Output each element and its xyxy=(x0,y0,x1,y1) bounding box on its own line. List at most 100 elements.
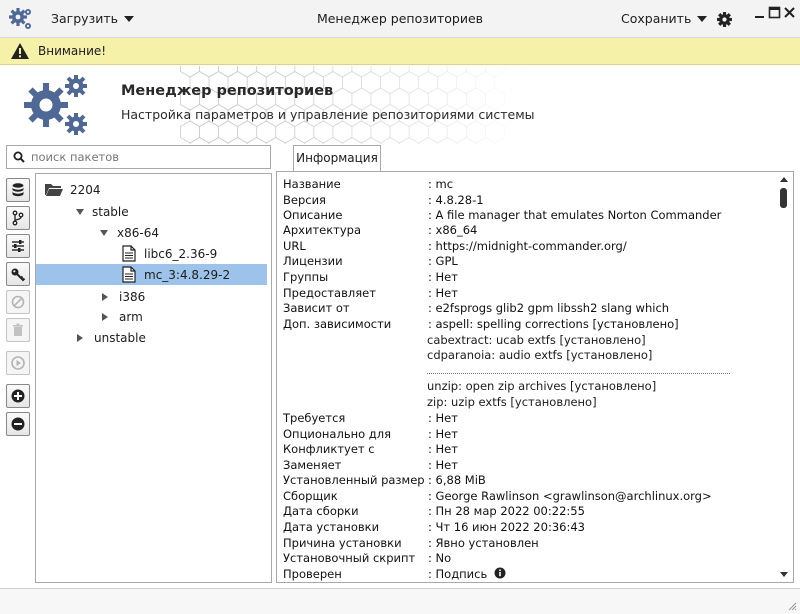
tree-item-2204[interactable]: 2204 xyxy=(44,179,101,200)
scrollbar-thumb[interactable] xyxy=(780,188,787,208)
hexagon-shape xyxy=(361,137,381,144)
info-value: : x86_64 xyxy=(428,223,478,237)
hexagon-shape xyxy=(275,120,296,144)
info-key: Установленный размер xyxy=(283,473,425,487)
chevron-down-icon xyxy=(124,16,134,22)
key-icon xyxy=(11,268,26,282)
hexagon-shape xyxy=(408,120,429,144)
hexagon-shape xyxy=(332,120,353,144)
info-key: Дата сборки xyxy=(283,504,359,518)
info-value: : https://midnight-commander.org/ xyxy=(428,239,627,253)
info-value: : 4.8.28-1 xyxy=(428,193,484,207)
hexagon-shape xyxy=(427,120,448,144)
hexagon-shape xyxy=(475,71,496,94)
hexagon-shape xyxy=(437,71,458,94)
sliders-icon xyxy=(12,240,24,252)
hexagon-shape xyxy=(494,137,515,144)
info-key: Дата установки xyxy=(283,520,380,534)
tree-item-libc6[interactable]: libc6_2.36-9 xyxy=(122,243,223,264)
status-bar xyxy=(0,588,800,614)
hexagon-shape xyxy=(361,71,381,94)
page-subtitle: Настройка параметров и управление репози… xyxy=(121,107,535,122)
hexagon-shape xyxy=(427,66,448,78)
expand-arrow-icon[interactable] xyxy=(102,292,108,301)
tree-item-x86-64[interactable]: x86-64 xyxy=(100,222,159,243)
info-key: Название xyxy=(283,177,341,191)
maximize-icon[interactable] xyxy=(768,6,781,19)
block-icon xyxy=(11,295,25,309)
database-button[interactable] xyxy=(6,178,30,202)
disable-button[interactable] xyxy=(6,290,30,314)
hexagon-shape xyxy=(399,71,420,94)
hexagon-shape xyxy=(446,120,467,144)
title-bar: Загрузить Менеджер репозиториев Сохранит… xyxy=(0,0,800,38)
expand-arrow-icon[interactable] xyxy=(100,229,108,236)
hexagon-shape xyxy=(370,120,391,144)
hexagon-shape xyxy=(456,137,477,144)
expand-arrow-icon[interactable] xyxy=(102,312,108,321)
branch-button[interactable] xyxy=(6,206,30,230)
info-value: : Нет xyxy=(428,286,458,300)
hexagon-shape xyxy=(256,66,277,78)
hexagon-shape xyxy=(504,121,523,143)
close-icon[interactable] xyxy=(783,6,796,19)
key-button[interactable] xyxy=(6,262,30,286)
scroll-up-icon[interactable] xyxy=(780,177,788,182)
hexagon-shape xyxy=(341,137,362,144)
hexagon-shape xyxy=(294,66,315,78)
minimize-icon[interactable] xyxy=(753,6,766,19)
save-menu[interactable]: Сохранить xyxy=(621,11,708,26)
remove-button[interactable] xyxy=(6,412,30,436)
info-value: : Нет xyxy=(428,442,458,456)
add-button[interactable] xyxy=(6,384,30,408)
search-icon xyxy=(13,151,25,163)
hexagon-shape xyxy=(351,120,372,144)
hexagon-shape xyxy=(218,120,239,144)
optdep-line: cabextract: ucab extfs [установлено] xyxy=(427,333,646,347)
sliders-button[interactable] xyxy=(6,234,30,258)
tree-item-i386[interactable]: i386 xyxy=(102,286,145,307)
hexagon-shape xyxy=(418,137,439,144)
optdep-line: unzip: open zip archives [установлено] xyxy=(427,379,657,393)
resize-grip-icon[interactable] xyxy=(787,601,797,611)
hexagon-shape xyxy=(437,137,458,144)
delete-button[interactable] xyxy=(6,318,30,342)
info-key: Описание xyxy=(283,208,343,222)
tree-item-arm[interactable]: arm xyxy=(102,306,143,327)
hexagon-shape xyxy=(418,71,439,94)
expand-arrow-icon[interactable] xyxy=(76,208,84,215)
repository-tree[interactable]: 2204 stable x86-64 libc6_2.36-9 mc_3:4.8… xyxy=(35,173,272,583)
settings-gear-icon[interactable] xyxy=(716,11,733,28)
hexagon-shape xyxy=(341,71,362,94)
tree-item-label: mc_3:4.8.29-2 xyxy=(144,267,231,282)
info-key: Версия xyxy=(283,193,326,207)
hexagon-shape xyxy=(199,66,220,78)
hexagon-shape xyxy=(237,120,258,144)
info-value: : George Rawlinson <grawlinson@archlinux… xyxy=(428,489,712,503)
load-menu[interactable]: Загрузить xyxy=(51,11,134,26)
hexagon-shape xyxy=(199,120,220,144)
info-value: : mc xyxy=(428,177,454,191)
info-icon[interactable] xyxy=(494,567,506,579)
file-icon xyxy=(122,266,136,283)
hexagon-shape xyxy=(380,137,401,144)
info-value: : GPL xyxy=(428,254,458,268)
tree-item-stable[interactable]: stable xyxy=(76,201,129,222)
hexagon-shape xyxy=(504,66,523,77)
package-search-input[interactable] xyxy=(31,150,261,164)
tree-item-unstable[interactable]: unstable xyxy=(77,327,146,348)
info-scrollbar[interactable] xyxy=(778,175,791,579)
hexagon-shape xyxy=(246,137,267,144)
info-key: Группы xyxy=(283,270,329,284)
info-key: Опционально для xyxy=(283,427,392,441)
expand-arrow-icon[interactable] xyxy=(77,333,83,342)
info-key: Требуется xyxy=(283,411,346,425)
tree-item-mc[interactable]: mc_3:4.8.29-2 xyxy=(36,264,267,285)
run-button[interactable] xyxy=(6,351,30,375)
tab-information[interactable]: Информация xyxy=(293,145,381,172)
optdep-line: zip: uzip extfs [установлено] xyxy=(427,395,597,409)
tree-item-label: x86-64 xyxy=(117,225,159,240)
scroll-down-icon[interactable] xyxy=(780,572,788,577)
tree-item-label: libc6_2.36-9 xyxy=(144,246,218,261)
hexagon-shape xyxy=(389,66,410,78)
